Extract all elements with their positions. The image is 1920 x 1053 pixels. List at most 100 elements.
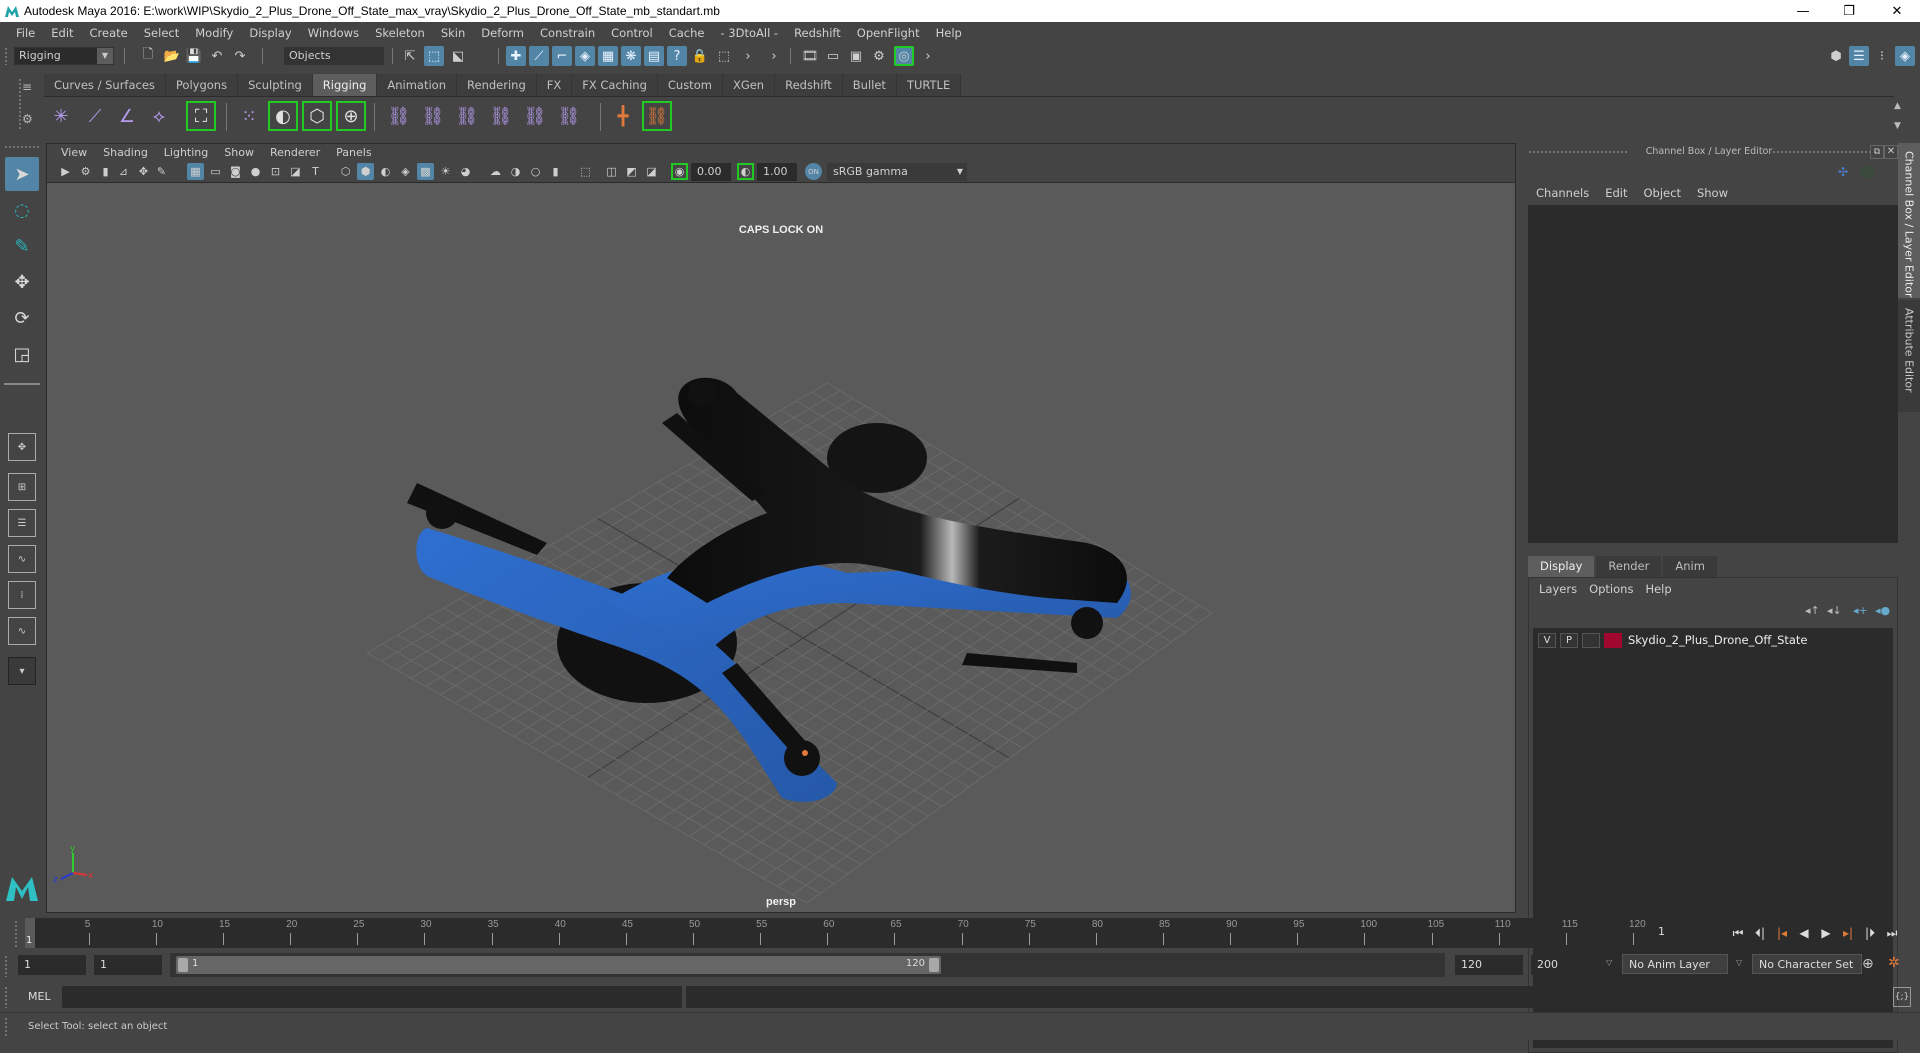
layer-name[interactable]: Skydio_2_Plus_Drone_Off_State (1628, 633, 1808, 647)
xray-icon[interactable]: ◫ (603, 163, 620, 180)
viewport-menu-show[interactable]: Show (216, 146, 262, 159)
resolution-gate-icon[interactable]: ◙ (227, 163, 244, 180)
menu-control[interactable]: Control (603, 26, 661, 40)
paint-select-tool-icon[interactable]: ✎ (5, 229, 39, 263)
drone-model[interactable] (407, 377, 1131, 803)
tool-settings-icon[interactable]: ⁝ (1872, 46, 1892, 66)
menu-redshift[interactable]: Redshift (786, 26, 849, 40)
shelf-tab-sculpting[interactable]: Sculpting (238, 74, 313, 96)
rotate-tool-icon[interactable]: ⟳ (5, 301, 39, 335)
select-tool-mask-icon[interactable]: ⬚ (714, 46, 734, 66)
xray-components-icon[interactable]: ◪ (643, 163, 660, 180)
menu-3dtoall[interactable]: - 3DtoAll - (712, 26, 786, 40)
textured-icon[interactable]: ▩ (417, 163, 434, 180)
render-frame-icon[interactable]: 🎞 (800, 46, 820, 66)
go-to-end-icon[interactable]: ⏭ (1882, 924, 1902, 942)
render-sequence-icon[interactable]: ▭ (823, 46, 843, 66)
animation-preferences-icon[interactable]: ✲ (1888, 955, 1900, 971)
close-button[interactable]: ✕ (1874, 0, 1920, 22)
viewport-persp[interactable]: View Shading Lighting Show Renderer Pane… (46, 143, 1516, 913)
shelf-tab-custom[interactable]: Custom (657, 74, 723, 96)
camera-select-icon[interactable]: ▶ (57, 163, 74, 180)
gate-mask-icon[interactable]: ● (247, 163, 264, 180)
safe-action-icon[interactable]: ◪ (287, 163, 304, 180)
menu-edit[interactable]: Edit (43, 26, 81, 40)
shelf-tab-rigging[interactable]: Rigging (312, 74, 378, 96)
grease-pencil-icon[interactable]: ✎ (153, 163, 170, 180)
go-to-start-icon[interactable]: ⏮ (1728, 924, 1748, 942)
viewport-menu-panels[interactable]: Panels (328, 146, 379, 159)
shelf-settings-gear-icon[interactable]: ⚙ (22, 112, 33, 126)
make-live-icon[interactable]: ❋ (621, 46, 641, 66)
shelf-scroll-down-icon[interactable]: ▼ (1894, 121, 1901, 131)
expand-arrow-icon[interactable]: › (738, 46, 758, 66)
range-start-handle[interactable] (178, 958, 188, 972)
layer-menu-layers[interactable]: Layers (1533, 582, 1583, 596)
chevron-down-icon[interactable]: ▽ (1606, 958, 1612, 967)
shelf-tab-rendering[interactable]: Rendering (457, 74, 537, 96)
undo-icon[interactable]: ↶ (207, 46, 227, 66)
step-back-frame-icon[interactable]: ⏴| (1750, 924, 1770, 942)
viewport-menu-lighting[interactable]: Lighting (156, 146, 216, 159)
range-end-handle[interactable] (929, 958, 939, 972)
lock-icon[interactable]: 🔒 (690, 46, 710, 66)
four-view-layout-icon[interactable]: ⊞ (8, 473, 36, 501)
current-frame-marker[interactable]: 1 (25, 918, 35, 948)
snap-grid-icon[interactable]: ✚ (506, 46, 526, 66)
menu-modify[interactable]: Modify (187, 26, 241, 40)
playback-end-field[interactable]: 120 (1455, 955, 1523, 975)
wireframe-on-shaded-icon[interactable]: ◈ (397, 163, 414, 180)
panel-grip[interactable] (1772, 150, 1872, 154)
script-editor-icon[interactable]: {;} (1893, 987, 1911, 1007)
safe-title-icon[interactable]: T (307, 163, 324, 180)
shelf-tab-fx-caching[interactable]: FX Caching (572, 74, 658, 96)
layer-tab-anim[interactable]: Anim (1663, 556, 1717, 577)
insert-joint-icon[interactable]: ⟡ (144, 101, 174, 131)
anti-aliasing-icon[interactable]: ○ (527, 163, 544, 180)
menu-help[interactable]: Help (928, 26, 970, 40)
new-layer-icon[interactable]: ◂+ (1853, 604, 1868, 617)
step-forward-key-icon[interactable]: ▸| (1838, 924, 1858, 942)
wireframe-icon[interactable]: ⬡ (337, 163, 354, 180)
menu-cache[interactable]: Cache (661, 26, 713, 40)
side-tab-channel-box[interactable]: Channel Box / Layer Editor (1898, 143, 1920, 298)
lasso-tool-icon[interactable]: ◌ (5, 193, 39, 227)
gamma-field[interactable]: 1.00 (757, 163, 797, 181)
xray-joints-icon[interactable]: ◩ (623, 163, 640, 180)
use-all-lights-icon[interactable]: ☀ (437, 163, 454, 180)
ik-handle-icon[interactable]: ⟋ (80, 101, 110, 131)
menu-windows[interactable]: Windows (300, 26, 367, 40)
minimize-button[interactable]: — (1780, 0, 1826, 22)
create-node-icon[interactable]: ⛓ (642, 101, 672, 131)
scene-view[interactable]: y x z (47, 183, 1515, 912)
expand-arrow-icon[interactable]: › (918, 46, 938, 66)
field-chart-icon[interactable]: ⊡ (267, 163, 284, 180)
shelf-menu-icon[interactable]: ≡ (22, 80, 32, 94)
layer-playback-toggle[interactable]: P (1560, 632, 1578, 648)
current-frame-field[interactable]: 1 (1652, 922, 1720, 942)
camera-attributes-icon[interactable]: ⚙ (77, 163, 94, 180)
shelf-tab-redshift[interactable]: Redshift (775, 74, 843, 96)
channel-list[interactable] (1528, 205, 1898, 543)
channel-box-menu-channels[interactable]: Channels (1528, 186, 1597, 200)
film-gate-icon[interactable]: ▭ (207, 163, 224, 180)
time-slider[interactable]: 1 5 10 15 20 25 30 35 40 45 50 55 60 65 70 75 80 85 90 95 1… (25, 918, 1646, 948)
anim-end-field[interactable]: 200 (1531, 955, 1599, 975)
cluster-icon[interactable]: ⊕ (336, 101, 366, 131)
shelf-tab-xgen[interactable]: XGen (722, 74, 776, 96)
new-scene-icon[interactable]: 🗋 (138, 46, 158, 66)
layer-display-type-toggle[interactable] (1582, 632, 1600, 648)
layer-menu-help[interactable]: Help (1639, 582, 1677, 596)
step-back-key-icon[interactable]: |◂ (1772, 924, 1792, 942)
single-perspective-layout-icon[interactable]: ✥ (8, 433, 36, 461)
scale-tool-icon[interactable]: ◲ (5, 337, 39, 371)
menu-openflight[interactable]: OpenFlight (849, 26, 928, 40)
shelf-tab-animation[interactable]: Animation (377, 74, 458, 96)
playback-start-field[interactable]: 1 (94, 955, 162, 975)
shelf-tab-polygons[interactable]: Polygons (165, 74, 239, 96)
shelf-scroll-up-icon[interactable]: ▲ (1894, 101, 1901, 111)
play-forwards-icon[interactable]: ▶ (1816, 924, 1836, 942)
smooth-shade-icon[interactable]: ⬢ (357, 163, 374, 180)
bind-skin-icon[interactable]: ⁙ (234, 101, 264, 131)
menu-create[interactable]: Create (82, 26, 136, 40)
